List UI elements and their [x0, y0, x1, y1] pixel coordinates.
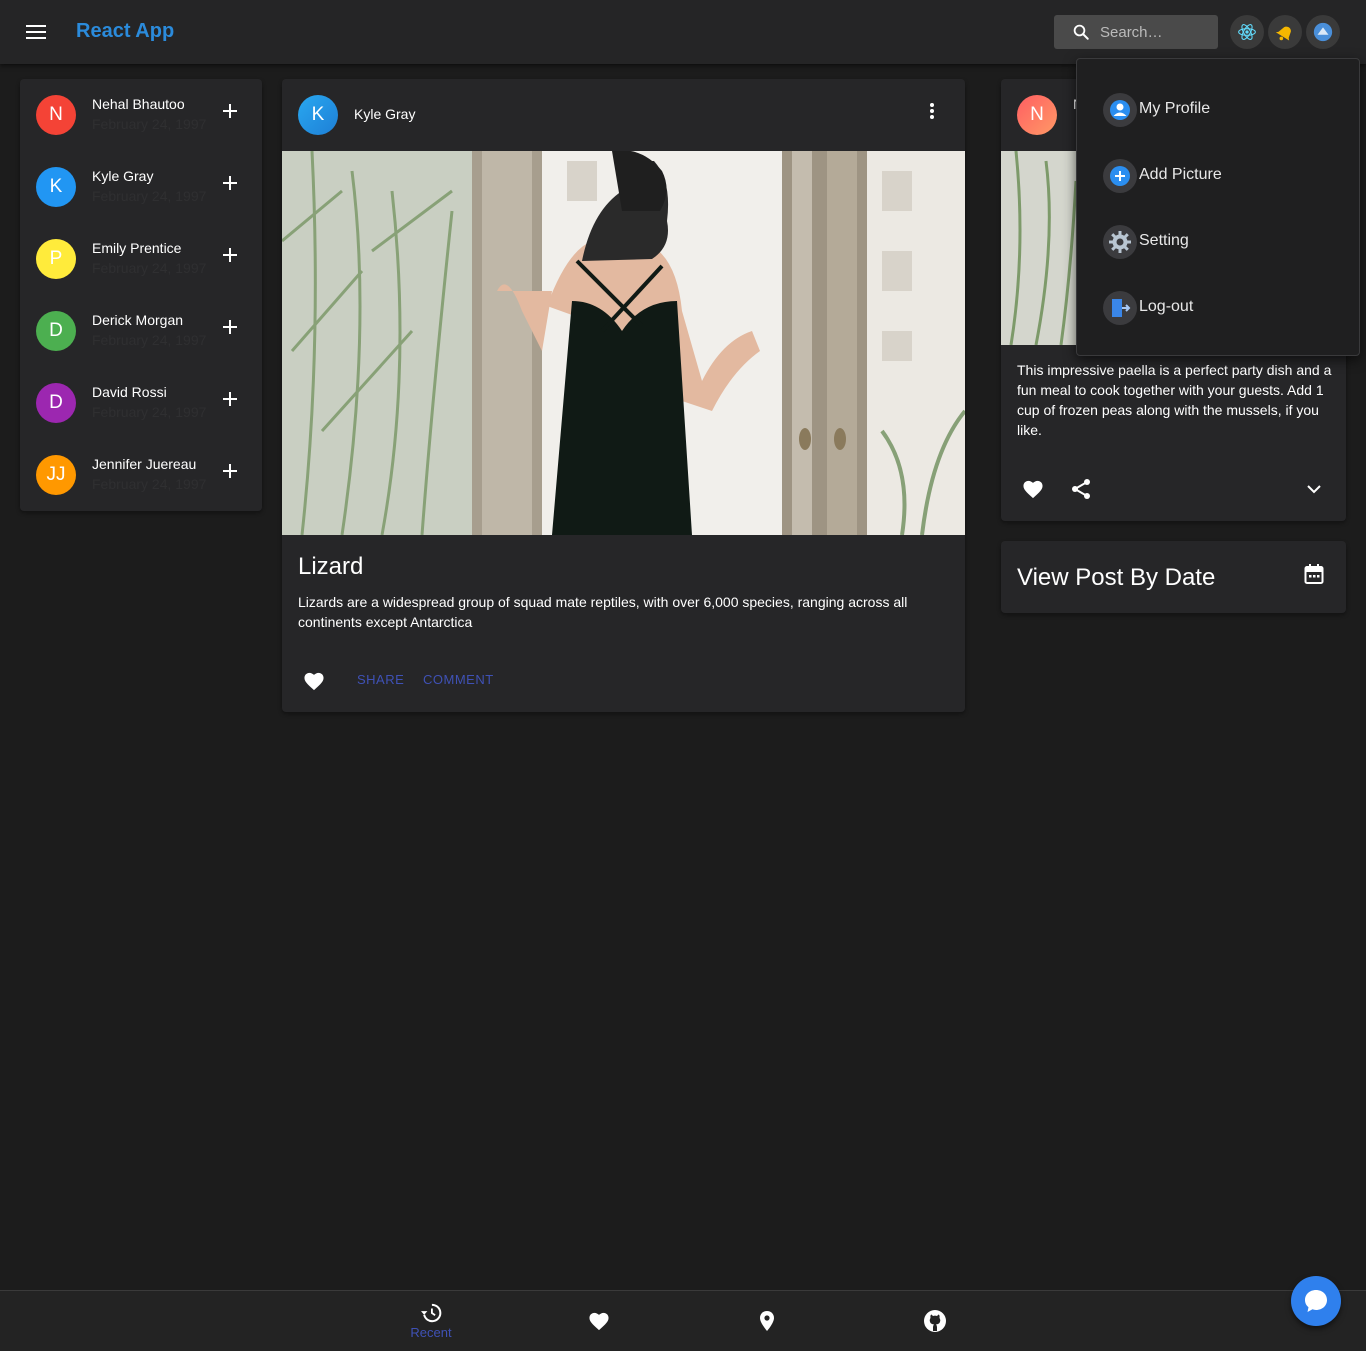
share-button[interactable] — [1065, 473, 1097, 505]
search-icon — [1073, 24, 1089, 40]
post-title: Lizard — [298, 553, 364, 580]
calendar-icon — [1304, 564, 1324, 584]
settings-gear-icon — [1103, 225, 1137, 259]
avatar: N — [1017, 95, 1057, 135]
avatar: P — [36, 239, 76, 279]
menu-label: Add Picture — [1139, 166, 1222, 183]
chat-fab-button[interactable] — [1291, 1276, 1341, 1326]
friend-name: David Rossi — [92, 384, 167, 400]
more-vert-icon — [930, 103, 934, 119]
heart-icon — [589, 1312, 609, 1331]
friend-date: February 24, 1997 — [92, 476, 207, 492]
add-circle-icon — [1103, 159, 1137, 193]
menu-item-setting[interactable]: Setting — [1077, 209, 1359, 275]
search-box[interactable] — [1054, 15, 1218, 49]
list-item: P Emily Prentice February 24, 1997 — [20, 223, 262, 295]
friend-name: Emily Prentice — [92, 240, 182, 256]
more-options-button[interactable] — [918, 97, 946, 125]
search-input[interactable] — [1100, 23, 1210, 41]
menu-label: My Profile — [1139, 100, 1211, 117]
nav-nearby[interactable] — [727, 1291, 807, 1351]
menu-item-add-picture[interactable]: Add Picture — [1077, 143, 1359, 209]
add-icon[interactable] — [220, 245, 240, 265]
nav-favorites[interactable] — [559, 1291, 639, 1351]
calendar-button[interactable] — [1301, 561, 1327, 587]
add-icon[interactable] — [220, 173, 240, 193]
nav-github[interactable] — [895, 1291, 975, 1351]
app-title[interactable]: React App — [76, 20, 174, 43]
app-bar: React App — [0, 0, 1366, 64]
avatar: K — [298, 95, 338, 135]
post-image — [282, 151, 965, 535]
post-card: K Kyle Gray Lizard Lizards are a widespr… — [282, 79, 965, 712]
react-icon-button[interactable] — [1230, 15, 1264, 49]
avatar: JJ — [36, 455, 76, 495]
share-button[interactable]: SHARE — [357, 672, 404, 687]
heart-icon — [304, 672, 324, 691]
github-icon — [924, 1310, 946, 1332]
list-item: D David Rossi February 24, 1997 — [20, 367, 262, 439]
like-button[interactable] — [298, 665, 330, 697]
heart-icon — [1023, 480, 1043, 499]
list-item: JJ Jennifer Juereau February 24, 1997 — [20, 439, 262, 511]
account-dropdown-menu: My Profile Add Picture Setting Log-out — [1076, 58, 1360, 356]
view-post-by-date-card: View Post By Date — [1001, 541, 1346, 613]
post-author: Kyle Gray — [354, 106, 416, 122]
history-icon — [421, 1303, 442, 1322]
avatar: K — [36, 167, 76, 207]
list-item: K Kyle Gray February 24, 1997 — [20, 151, 262, 223]
avatar: D — [36, 311, 76, 351]
share-icon — [1072, 479, 1090, 499]
expand-button[interactable] — [1298, 473, 1330, 505]
comment-button[interactable]: COMMENT — [423, 672, 494, 687]
list-item: N Nehal Bhautoo February 24, 1997 — [20, 79, 262, 151]
nav-recent-label: Recent — [410, 1324, 452, 1340]
avatar: N — [36, 95, 76, 135]
bottom-navigation: Recent — [0, 1290, 1366, 1351]
date-card-title: View Post By Date — [1017, 564, 1216, 591]
menu-label: Log-out — [1139, 298, 1194, 315]
add-icon[interactable] — [220, 317, 240, 337]
location-pin-icon — [760, 1311, 774, 1331]
add-icon[interactable] — [220, 389, 240, 409]
friend-date: February 24, 1997 — [92, 404, 207, 420]
add-icon[interactable] — [220, 101, 240, 121]
menu-label: Setting — [1139, 232, 1189, 249]
friend-date: February 24, 1997 — [92, 332, 207, 348]
friend-date: February 24, 1997 — [92, 260, 207, 276]
friend-date: February 24, 1997 — [92, 188, 207, 204]
friend-date: February 24, 1997 — [92, 116, 207, 132]
logout-door-icon — [1103, 291, 1137, 325]
post-text: Lizards are a widespread group of squad … — [298, 594, 908, 630]
favorite-button[interactable] — [1017, 473, 1049, 505]
chevron-down-icon — [1307, 484, 1321, 493]
friend-name: Jennifer Juereau — [92, 456, 197, 472]
friend-name: Kyle Gray — [92, 168, 154, 184]
account-icon — [1313, 22, 1333, 42]
react-icon — [1238, 24, 1256, 40]
hamburger-menu-button[interactable] — [20, 16, 52, 48]
friend-name: Derick Morgan — [92, 312, 184, 328]
menu-item-my-profile[interactable]: My Profile — [1077, 77, 1359, 143]
friend-name: Nehal Bhautoo — [92, 96, 185, 112]
notifications-button[interactable] — [1268, 15, 1302, 49]
nav-recent[interactable]: Recent — [391, 1291, 471, 1351]
friends-list: N Nehal Bhautoo February 24, 1997 K Kyle… — [20, 79, 262, 511]
notification-bell-icon — [1275, 26, 1291, 41]
list-item: D Derick Morgan February 24, 1997 — [20, 295, 262, 367]
menu-icon — [26, 25, 46, 39]
avatar: D — [36, 383, 76, 423]
recipe-text: This impressive paella is a perfect part… — [1017, 362, 1332, 438]
account-button[interactable] — [1306, 15, 1340, 49]
chat-bubble-icon — [1305, 1290, 1327, 1312]
add-icon[interactable] — [220, 461, 240, 481]
profile-icon — [1103, 93, 1137, 127]
menu-item-log-out[interactable]: Log-out — [1077, 275, 1359, 341]
